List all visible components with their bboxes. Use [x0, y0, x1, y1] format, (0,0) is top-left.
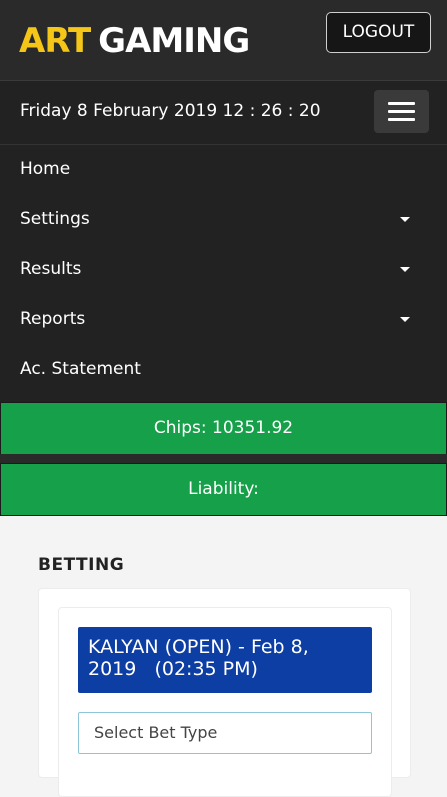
logout-button[interactable]: LOGOUT: [326, 12, 431, 53]
nav-item-label: Settings: [20, 209, 90, 229]
caret-down-icon: [400, 267, 410, 272]
market-title: KALYAN (OPEN) - Feb 8, 2019 (02:35 PM): [78, 627, 372, 693]
hamburger-icon-bar: [388, 118, 415, 121]
menu-toggle-button[interactable]: [374, 90, 429, 133]
nav-item-reports[interactable]: Reports: [0, 294, 447, 344]
chips-balance-bar: Chips: 10351.92: [0, 402, 447, 455]
nav-item-label: Results: [20, 259, 82, 279]
betting-section-title: BETTING: [38, 555, 125, 575]
nav-item-label: Home: [20, 159, 71, 179]
logo-text-gaming: GAMING: [98, 21, 250, 61]
brand-logo[interactable]: ART GAMING: [19, 18, 250, 64]
bet-type-select[interactable]: Select Bet Type: [78, 712, 372, 754]
main-navbar: Friday 8 February 2019 12 : 26 : 20 Home…: [0, 80, 447, 402]
nav-item-ac-statement[interactable]: Ac. Statement: [0, 344, 447, 394]
nav-item-home[interactable]: Home: [0, 144, 447, 194]
caret-down-icon: [400, 217, 410, 222]
betting-card: KALYAN (OPEN) - Feb 8, 2019 (02:35 PM) S…: [38, 588, 411, 797]
hamburger-icon: [388, 102, 415, 105]
logo-text-art: ART: [19, 21, 91, 61]
top-header: ART GAMING LOGOUT: [0, 0, 447, 80]
liability-bar: Liability:: [0, 463, 447, 516]
nav-item-results[interactable]: Results: [0, 244, 447, 294]
nav-item-label: Ac. Statement: [20, 359, 141, 379]
caret-down-icon: [400, 317, 410, 322]
bar-separator: [0, 454, 447, 463]
nav-item-settings[interactable]: Settings: [0, 194, 447, 244]
current-datetime: Friday 8 February 2019 12 : 26 : 20: [20, 101, 321, 121]
hamburger-icon-bar: [388, 110, 415, 113]
market-panel: KALYAN (OPEN) - Feb 8, 2019 (02:35 PM) S…: [58, 607, 392, 797]
nav-item-label: Reports: [20, 309, 86, 329]
